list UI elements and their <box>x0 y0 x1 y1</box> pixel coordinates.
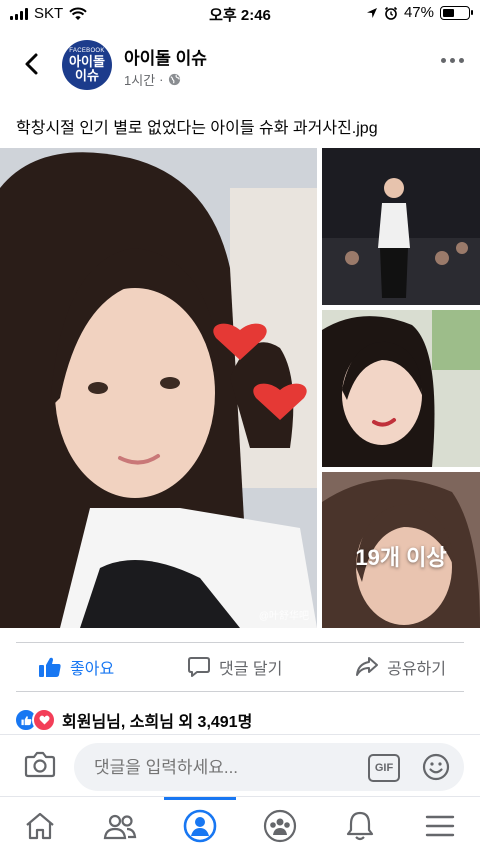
share-label: 공유하기 <box>387 661 446 678</box>
gif-button[interactable]: GIF <box>368 754 400 782</box>
comment-bar: GIF <box>0 734 480 797</box>
battery-fill <box>443 8 454 17</box>
alarm-icon <box>384 6 398 20</box>
logo-small-text: FACEBOOK <box>69 47 105 54</box>
tab-home[interactable] <box>10 800 70 852</box>
camera-icon <box>24 751 56 778</box>
menu-icon <box>425 815 455 837</box>
location-icon <box>366 7 377 18</box>
reaction-icons <box>14 708 56 732</box>
tab-menu[interactable] <box>410 800 470 852</box>
comment-input[interactable] <box>92 755 356 781</box>
photo-grid: @叶舒华吧 19개 이상 <box>0 148 480 628</box>
page-avatar[interactable]: FACEBOOK 아이돌 이슈 <box>62 40 112 90</box>
reaction-text: 회원님님, 소희님 외 3,491명 <box>62 714 253 731</box>
photo-watermark: @叶舒华吧 <box>258 611 309 622</box>
action-bar: 좋아요 댓글 달기 공유하기 <box>16 642 464 692</box>
selfie-illustration <box>322 310 480 467</box>
portrait-illustration <box>0 148 317 628</box>
groups-icon <box>263 809 297 843</box>
logo-line-2: 이슈 <box>75 67 99 83</box>
home-icon <box>26 812 54 840</box>
tab-notifications[interactable] <box>330 800 390 852</box>
comment-label: 댓글 달기 <box>218 661 283 678</box>
more-icon <box>450 58 455 63</box>
back-button[interactable] <box>16 46 46 82</box>
battery-percent: 47% <box>403 4 434 21</box>
post-meta: 1시간 · <box>124 70 181 89</box>
back-arrow-icon <box>25 53 38 75</box>
profile-icon <box>183 809 217 843</box>
post-caption: 학창시절 인기 별로 없었다는 아이들 슈화 과거사진.jpg <box>16 120 378 137</box>
share-button[interactable]: 공유하기 <box>355 655 464 679</box>
friends-icon <box>103 814 137 840</box>
emoji-icon <box>422 753 450 781</box>
logo-line-1: 아이돌 <box>69 53 105 69</box>
more-photos-count: 19개 이상 <box>355 545 447 570</box>
like-button[interactable]: 좋아요 <box>16 655 114 679</box>
more-icon <box>459 58 464 63</box>
photo-2[interactable] <box>322 148 480 305</box>
tab-profile[interactable] <box>164 797 236 852</box>
main-photo[interactable]: @叶舒华吧 <box>0 148 317 628</box>
globe-icon <box>168 73 180 86</box>
comment-button[interactable]: 댓글 달기 <box>187 655 282 679</box>
reaction-summary[interactable]: 회원님님, 소희님 외 3,491명 <box>14 708 252 732</box>
status-right: 47% <box>366 4 473 21</box>
comment-icon <box>187 657 210 677</box>
bell-icon <box>346 811 374 841</box>
share-icon <box>356 657 379 676</box>
photo-3[interactable] <box>322 310 480 467</box>
more-options-button[interactable] <box>441 58 464 63</box>
tab-groups[interactable] <box>250 800 310 852</box>
status-bar: SKT 오후 2:46 47% <box>0 0 480 28</box>
love-reaction-icon <box>32 708 56 732</box>
bottom-tab-bar <box>0 796 480 855</box>
camera-button[interactable] <box>24 749 56 784</box>
like-label: 좋아요 <box>70 661 115 678</box>
page-name[interactable]: 아이돌 이슈 <box>124 44 207 69</box>
stage-photo-illustration <box>322 148 480 305</box>
photo-4-more[interactable]: 19개 이상 <box>322 472 480 628</box>
tab-friends[interactable] <box>90 800 150 852</box>
emoji-button[interactable] <box>422 753 450 786</box>
like-icon <box>39 657 61 677</box>
battery-icon <box>440 5 473 20</box>
comment-field[interactable]: GIF <box>74 743 464 791</box>
post-time[interactable]: 1시간 <box>124 70 155 89</box>
gif-icon: GIF <box>374 762 394 774</box>
post-header: FACEBOOK 아이돌 이슈 아이돌 이슈 1시간 · <box>0 30 480 100</box>
meta-dot: · <box>159 72 164 87</box>
more-icon <box>441 58 446 63</box>
